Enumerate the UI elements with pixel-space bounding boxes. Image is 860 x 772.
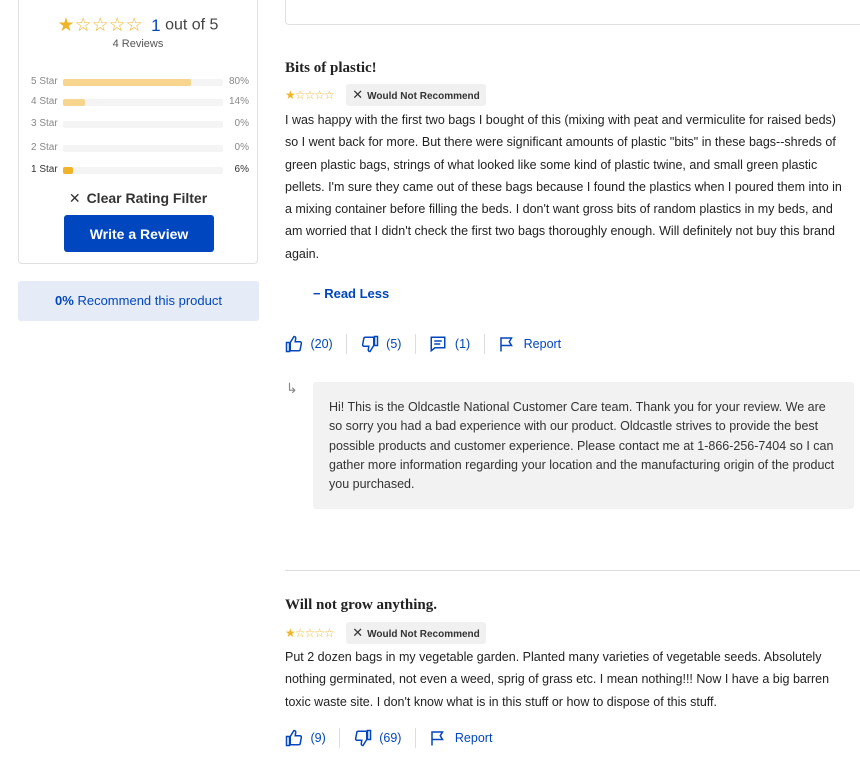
close-icon: ✕ (68, 190, 81, 206)
comments-count: (1) (454, 337, 471, 351)
histogram-row-5[interactable]: 5 Star 80% (31, 76, 249, 88)
histogram-percent: 6% (234, 164, 249, 175)
histogram-row-4[interactable]: 4 Star 14% (31, 96, 249, 108)
average-suffix: out of 5 (165, 16, 219, 34)
review-stars: ★☆☆☆☆ (285, 88, 335, 102)
divider (339, 728, 341, 748)
unhelpful-button[interactable]: (5) (361, 335, 402, 353)
histogram-track (63, 167, 223, 174)
histogram-label: 1 Star (31, 164, 58, 175)
review-body: Put 2 dozen bags in my vegetable garden.… (285, 650, 830, 709)
unhelpful-count: (69) (379, 731, 402, 745)
report-button[interactable]: Report (429, 729, 492, 747)
average-rating: ★☆☆☆☆ 1 out of 5 (19, 14, 257, 37)
rating-summary: ★☆☆☆☆ 1 out of 5 4 Reviews 5 Star 80% 4 … (18, 0, 258, 264)
helpful-button[interactable]: (9) (285, 729, 326, 747)
review-stars: ★☆☆☆☆ (285, 626, 335, 640)
review-meta-row: ★☆☆☆☆ ✕ Would Not Recommend (285, 84, 486, 106)
badge-label: Would Not Recommend (367, 91, 480, 102)
histogram-label: 5 Star (31, 76, 58, 87)
average-value: 1 (151, 15, 161, 35)
report-label: Report (454, 731, 493, 745)
average-stars: ★☆☆☆☆ (57, 15, 143, 36)
reviews-count: 4 Reviews (112, 38, 164, 50)
histogram-percent: 80% (228, 76, 249, 87)
comment-icon (430, 336, 446, 353)
thumbs-down-icon (361, 335, 378, 353)
clear-rating-filter-button[interactable]: ✕ Clear Rating Filter (19, 190, 257, 207)
recommend-percent: 0% (55, 293, 74, 308)
review-body: I was happy with the first two bags I bo… (285, 113, 842, 261)
thumbs-up-icon (285, 335, 303, 353)
recommend-label: Recommend this product (77, 293, 222, 308)
histogram-track (63, 79, 223, 86)
unhelpful-count: (5) (386, 337, 402, 351)
histogram-fill (63, 167, 73, 174)
histogram-fill (63, 99, 86, 106)
histogram-label: 3 Star (31, 118, 58, 129)
histogram-track (63, 145, 223, 152)
histogram-row-1[interactable]: 1 Star 6% (31, 164, 249, 176)
write-review-button[interactable]: Write a Review (64, 215, 214, 252)
review-title: Bits of plastic! (285, 60, 377, 76)
report-label: Report (523, 337, 562, 351)
reply-arrow-icon: ↳ (286, 380, 298, 396)
helpful-button[interactable]: (20) (285, 335, 333, 353)
badge-label: Would Not Recommend (367, 629, 480, 640)
review-item: Will not grow anything. (285, 597, 850, 614)
recommend-summary: 0% Recommend this product (18, 281, 259, 321)
histogram-label: 2 Star (31, 142, 58, 153)
histogram-track (63, 99, 223, 106)
histogram-row-2[interactable]: 2 Star 0% (31, 142, 249, 154)
flag-icon (431, 731, 445, 746)
review-title: Will not grow anything. (285, 597, 437, 613)
not-recommend-badge: ✕ Would Not Recommend (346, 622, 486, 644)
brand-response: Hi! This is the Oldcastle National Custo… (313, 382, 854, 509)
close-icon: ✕ (352, 625, 364, 640)
histogram-label: 4 Star (31, 96, 58, 107)
divider (483, 334, 485, 354)
histogram-percent: 0% (234, 142, 249, 153)
histogram-percent: 14% (228, 96, 249, 107)
histogram-percent: 0% (234, 118, 249, 129)
divider (414, 334, 416, 354)
unhelpful-button[interactable]: (69) (354, 729, 402, 747)
clear-filter-label: Clear Rating Filter (86, 190, 208, 206)
helpful-count: (20) (310, 337, 333, 351)
report-button[interactable]: Report (498, 335, 561, 353)
read-less-button[interactable]: − Read Less (313, 286, 389, 301)
thumbs-up-icon (285, 729, 303, 747)
filter-bar-partial (285, 0, 860, 25)
histogram-row-3[interactable]: 3 Star 0% (31, 118, 249, 130)
close-icon: ✕ (352, 87, 364, 102)
histogram-fill (63, 79, 191, 86)
divider (414, 728, 416, 748)
comments-button[interactable]: (1) (429, 335, 470, 353)
review-meta-row: ★☆☆☆☆ ✕ Would Not Recommend (285, 622, 486, 644)
flag-icon (500, 337, 513, 352)
helpful-count: (9) (310, 731, 326, 745)
review-divider (285, 570, 860, 571)
not-recommend-badge: ✕ Would Not Recommend (346, 84, 486, 106)
thumbs-down-icon (354, 729, 371, 747)
divider (346, 334, 348, 354)
review-actions-row: (9) (69) Report (285, 728, 492, 750)
review-actions-row: (20) (5) (1) Report (285, 334, 561, 356)
review-item: Bits of plastic! (285, 60, 850, 77)
histogram-track (63, 121, 223, 128)
